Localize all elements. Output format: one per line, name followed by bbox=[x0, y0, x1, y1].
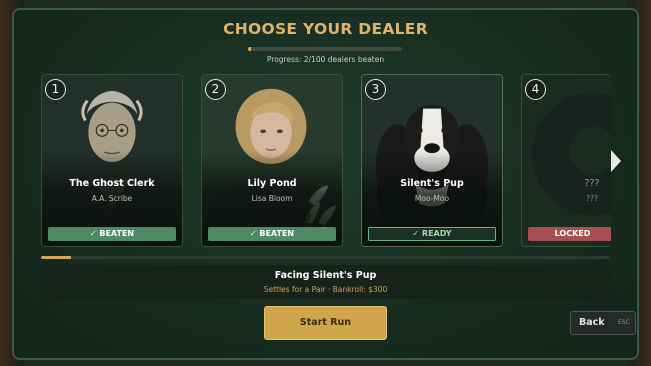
dealer-number: 2 bbox=[205, 79, 226, 100]
dealer-number: 3 bbox=[365, 79, 386, 100]
locked-dealer-portrait bbox=[522, 75, 611, 246]
dealer-author: ??? bbox=[586, 194, 598, 203]
dealer-name: ??? bbox=[584, 178, 600, 189]
status-badge-locked: LOCKED bbox=[528, 227, 611, 241]
dealer-progress-fill bbox=[248, 47, 252, 51]
facing-details: Settles for a Pair · Bankroll: $300 bbox=[263, 285, 388, 294]
dealer-author: Lisa Bloom bbox=[251, 194, 293, 203]
facing-title: Facing Silent's Pup bbox=[274, 270, 377, 281]
dealer-card-2[interactable]: 2 Lily Pond Lisa Bloom ✓ BEATEN bbox=[201, 74, 343, 247]
progress-text: Progress: 2/100 dealers beaten bbox=[266, 55, 385, 64]
selected-dealer-info: Facing Silent's Pup Settles for a Pair ·… bbox=[41, 265, 610, 299]
dealer-name: Silent's Pup bbox=[400, 178, 464, 189]
status-badge-beaten: ✓ BEATEN bbox=[208, 227, 336, 241]
esc-key-hint: ESC bbox=[618, 319, 630, 326]
back-button-label: Back bbox=[579, 317, 605, 328]
dealer-number: 1 bbox=[45, 79, 66, 100]
start-run-button[interactable]: Start Run bbox=[264, 306, 387, 340]
carousel-scroll-thumb[interactable] bbox=[41, 256, 71, 259]
dealer-author: Moo-Moo bbox=[414, 194, 450, 203]
dealer-name: The Ghost Clerk bbox=[69, 178, 155, 189]
dealer-card-4[interactable]: 4 ??? ??? LOCKED bbox=[521, 74, 611, 247]
back-button[interactable]: Back ESC bbox=[570, 311, 636, 335]
dealer-card-3[interactable]: 3 Silent's Pup Moo-Moo ✓ READY bbox=[361, 74, 503, 247]
status-badge-ready: ✓ READY bbox=[368, 227, 496, 241]
dealer-card-1[interactable]: 1 The Ghost Clerk A.A. Scribe ✓ BEATEN bbox=[41, 74, 183, 247]
dealer-progress-bar bbox=[248, 47, 402, 51]
dealer-number: 4 bbox=[525, 79, 546, 100]
dealer-author: A.A. Scribe bbox=[91, 194, 133, 203]
dealer-name: Lily Pond bbox=[247, 178, 297, 189]
chevron-right-icon[interactable] bbox=[611, 150, 621, 172]
carousel-scrollbar[interactable] bbox=[41, 256, 610, 259]
page-title: CHOOSE YOUR DEALER bbox=[223, 20, 428, 38]
status-badge-beaten: ✓ BEATEN bbox=[48, 227, 176, 241]
